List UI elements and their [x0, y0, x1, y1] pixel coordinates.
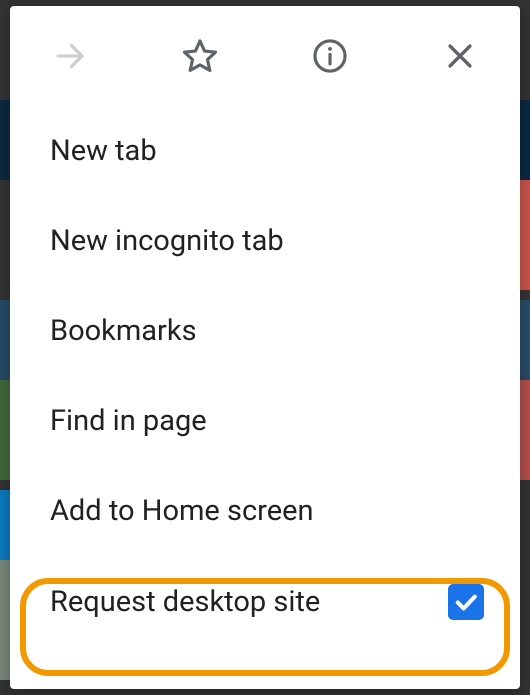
menu-item-bookmarks[interactable]: Bookmarks [10, 286, 520, 376]
menu-item-label: Add to Home screen [50, 494, 313, 528]
request-desktop-checkbox[interactable] [448, 584, 484, 620]
overflow-menu: New tab New incognito tab Bookmarks Find… [10, 6, 520, 689]
menu-item-label: Find in page [50, 404, 207, 438]
menu-item-label: New tab [50, 134, 157, 168]
menu-item-label: Bookmarks [50, 314, 197, 348]
menu-list: New tab New incognito tab Bookmarks Find… [10, 96, 520, 689]
menu-item-new-tab[interactable]: New tab [10, 106, 520, 196]
menu-item-request-desktop-site[interactable]: Request desktop site [10, 556, 520, 648]
menu-item-label: New incognito tab [50, 224, 284, 258]
menu-item-label: Request desktop site [50, 585, 320, 619]
close-icon[interactable] [440, 36, 480, 76]
menu-item-new-incognito-tab[interactable]: New incognito tab [10, 196, 520, 286]
menu-icon-row [10, 6, 520, 96]
menu-item-find-in-page[interactable]: Find in page [10, 376, 520, 466]
forward-icon[interactable] [50, 36, 90, 76]
star-icon[interactable] [180, 36, 220, 76]
info-icon[interactable] [310, 36, 350, 76]
menu-item-add-to-home-screen[interactable]: Add to Home screen [10, 466, 520, 556]
